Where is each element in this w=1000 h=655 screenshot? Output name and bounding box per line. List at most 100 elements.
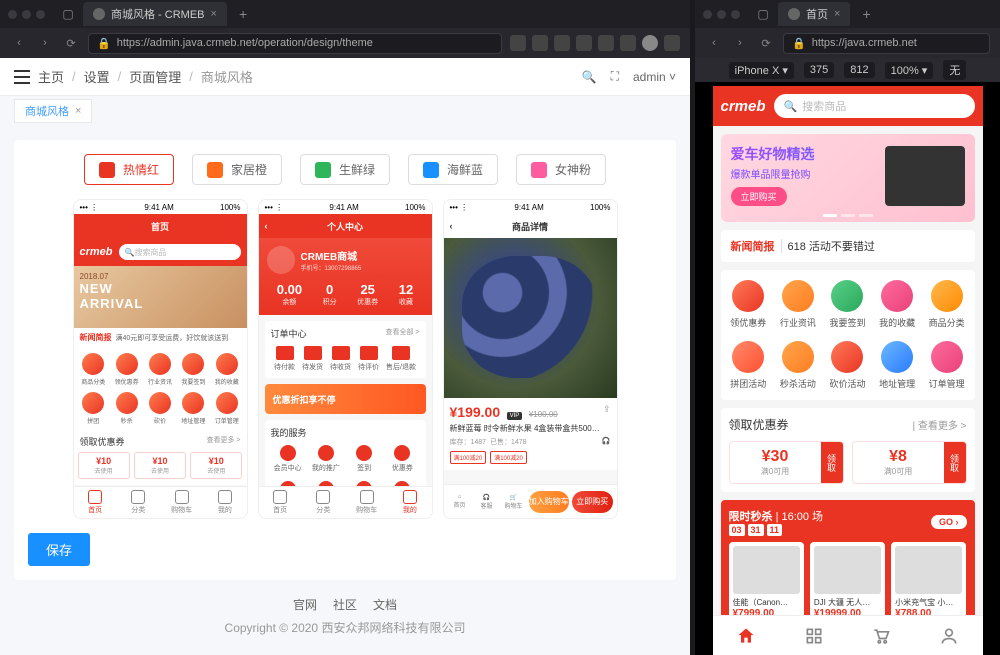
nav-item[interactable]: 秒杀 xyxy=(111,392,142,425)
back-button[interactable]: ‹ xyxy=(705,34,723,52)
sidebar-toggle-icon[interactable]: ▢ xyxy=(59,5,77,23)
coupon[interactable]: ¥30满0可用领取 xyxy=(729,441,844,484)
throttle-select[interactable]: 无 xyxy=(943,60,966,80)
news-ticker[interactable]: 新闻简报 满40元即可享受运费，好饮就该送到 xyxy=(74,328,247,347)
stat-item[interactable]: 25优惠券 xyxy=(357,282,378,307)
tab-item[interactable]: 首页 xyxy=(74,487,117,518)
back-icon[interactable]: ‹ xyxy=(450,221,453,231)
nav-item[interactable]: 我的收藏 xyxy=(211,353,242,386)
buy-now-button[interactable]: 立即购买 xyxy=(572,491,613,513)
buy-now-button[interactable]: 立即购买 xyxy=(731,187,787,206)
product-card[interactable]: DJI 大疆 无人…¥19999.00 xyxy=(810,542,885,623)
menu-icon[interactable] xyxy=(664,35,680,51)
extension-icon[interactable] xyxy=(510,35,526,51)
stat-item[interactable]: 0.00余额 xyxy=(277,282,302,307)
order-status[interactable]: 待收货 xyxy=(330,346,351,372)
order-status[interactable]: 待付款 xyxy=(274,346,295,372)
close-tab-icon[interactable]: × xyxy=(834,8,840,20)
address-bar[interactable]: 🔒 https://admin.java.crmeb.net/operation… xyxy=(88,33,502,54)
nav-item[interactable]: 地址管理 xyxy=(873,341,921,390)
nav-item[interactable]: 我要签到 xyxy=(178,353,209,386)
sidebar-toggle-icon[interactable]: ▢ xyxy=(754,5,772,23)
tab-item[interactable]: 分类 xyxy=(302,487,345,518)
theme-option[interactable]: 家居橙 xyxy=(192,154,282,185)
tab-cart[interactable] xyxy=(848,616,916,655)
breadcrumb-item[interactable]: 页面管理 xyxy=(129,67,181,86)
nav-item[interactable]: 我的收藏 xyxy=(873,280,921,329)
extension-icon[interactable] xyxy=(554,35,570,51)
tab-category[interactable] xyxy=(780,616,848,655)
stat-item[interactable]: 0积分 xyxy=(323,282,337,307)
product-image[interactable] xyxy=(444,238,617,398)
add-cart-button[interactable]: 加入购物车 xyxy=(529,491,570,513)
hero-banner[interactable]: 2018.07 NEW ARRIVAL xyxy=(74,266,247,328)
service-item[interactable]: 我的推广 xyxy=(309,445,343,473)
nav-item[interactable]: 我要签到 xyxy=(824,280,872,329)
window-controls[interactable] xyxy=(8,10,45,19)
carousel-dots[interactable] xyxy=(721,214,975,217)
nav-item[interactable]: 领优惠券 xyxy=(725,280,773,329)
address-bar[interactable]: 🔒 https://java.crmeb.net xyxy=(783,33,990,54)
product-card[interactable]: 佳能（Canon…¥7999.00 xyxy=(729,542,804,623)
theme-option[interactable]: 海鲜蓝 xyxy=(408,154,498,185)
save-button[interactable]: 保存 xyxy=(28,533,90,566)
user-menu[interactable]: admin ˅ xyxy=(633,70,676,84)
search-input[interactable]: 🔍 搜索商品 xyxy=(774,94,975,118)
nav-item[interactable]: 砍价活动 xyxy=(824,341,872,390)
forward-button[interactable]: › xyxy=(731,34,749,52)
avatar[interactable] xyxy=(267,246,295,274)
nav-item[interactable]: 行业资讯 xyxy=(774,280,822,329)
tab-item[interactable]: 购物车 xyxy=(160,487,203,518)
footer-link[interactable]: 官网 xyxy=(293,596,317,613)
menu-toggle-icon[interactable] xyxy=(14,70,30,84)
browser-tab[interactable]: 商城风格 - CRMEB × xyxy=(83,2,227,26)
nav-item[interactable]: 商品分类 xyxy=(923,280,971,329)
tab-item[interactable]: 首页 xyxy=(259,487,302,518)
tab-item[interactable]: 购物车 xyxy=(345,487,388,518)
theme-option[interactable]: 热情红 xyxy=(84,154,174,185)
browser-tab[interactable]: 首页 × xyxy=(778,2,850,26)
search-icon[interactable]: 🔍 xyxy=(582,70,597,84)
extension-icon[interactable] xyxy=(598,35,614,51)
more-link[interactable]: 查看更多 > xyxy=(206,435,240,448)
nav-item[interactable]: 砍价 xyxy=(144,392,175,425)
coupon[interactable]: ¥10去使用 xyxy=(134,452,186,479)
more-link[interactable]: | 查看更多 > xyxy=(913,417,967,432)
nav-item[interactable]: 商品分类 xyxy=(78,353,109,386)
support-link[interactable]: 🎧客服 xyxy=(475,494,499,510)
service-item[interactable]: 签到 xyxy=(347,445,381,473)
coupon[interactable]: ¥10去使用 xyxy=(190,452,242,479)
tab-home[interactable] xyxy=(713,616,781,655)
order-status[interactable]: 待发货 xyxy=(302,346,323,372)
page-tab[interactable]: 商城风格 × xyxy=(14,99,92,123)
new-tab-button[interactable]: + xyxy=(233,6,253,22)
zoom-select[interactable]: 100% ▾ xyxy=(885,62,934,79)
window-controls[interactable] xyxy=(703,10,740,19)
reload-button[interactable]: ⟳ xyxy=(62,34,80,52)
theme-option[interactable]: 女神粉 xyxy=(516,154,606,185)
extension-icon[interactable] xyxy=(576,35,592,51)
nav-item[interactable]: 领优惠券 xyxy=(111,353,142,386)
service-item[interactable]: 会员中心 xyxy=(271,445,305,473)
new-tab-button[interactable]: + xyxy=(856,6,876,22)
close-tab-icon[interactable]: × xyxy=(211,8,217,20)
hero-banner[interactable]: 爱车好物精选 爆款单品限量抢购 立即购买 xyxy=(721,134,975,222)
forward-button[interactable]: › xyxy=(36,34,54,52)
nav-item[interactable]: 地址管理 xyxy=(178,392,209,425)
tab-item[interactable]: 我的 xyxy=(203,487,246,518)
reload-button[interactable]: ⟳ xyxy=(757,34,775,52)
footer-link[interactable]: 社区 xyxy=(333,596,357,613)
tab-user[interactable] xyxy=(915,616,983,655)
nav-item[interactable]: 秒杀活动 xyxy=(774,341,822,390)
cart-link[interactable]: 🛒购物车 xyxy=(502,494,526,510)
claim-button[interactable]: 领取 xyxy=(944,442,966,483)
theme-option[interactable]: 生鲜绿 xyxy=(300,154,390,185)
back-button[interactable]: ‹ xyxy=(10,34,28,52)
tab-item[interactable]: 我的 xyxy=(388,487,431,518)
go-button[interactable]: GO › xyxy=(931,515,967,529)
back-icon[interactable]: ‹ xyxy=(265,221,268,231)
nav-item[interactable]: 行业资讯 xyxy=(144,353,175,386)
more-link[interactable]: 查看全部 > xyxy=(385,327,419,340)
extension-icon[interactable] xyxy=(620,35,636,51)
home-link[interactable]: ⌂首页 xyxy=(448,494,472,509)
